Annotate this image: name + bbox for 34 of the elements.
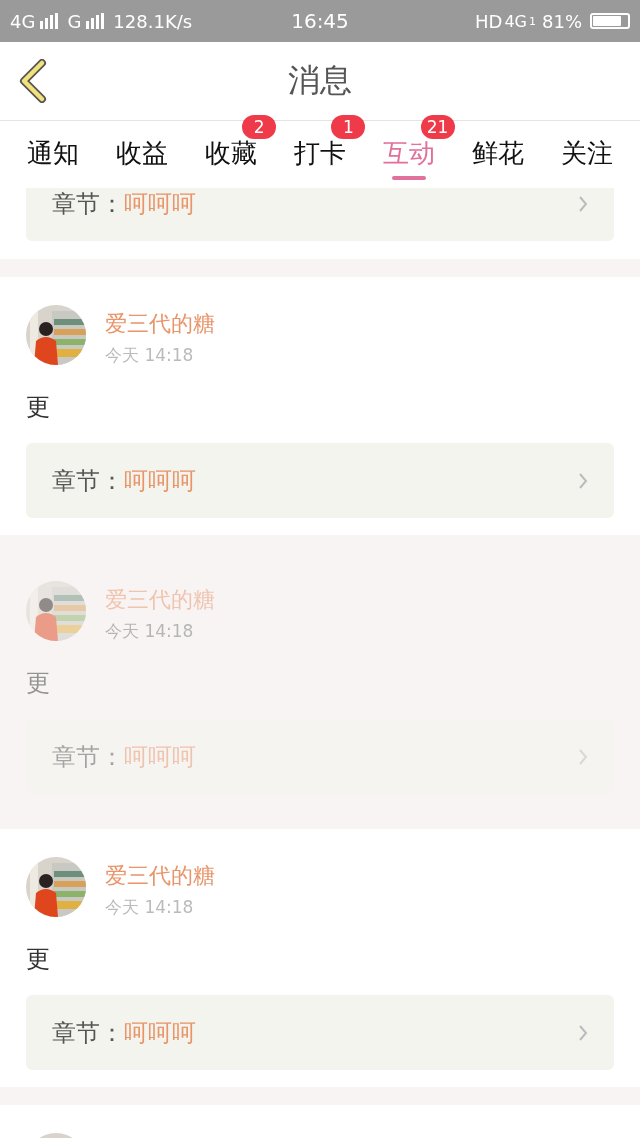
- network-label: 4G: [504, 11, 527, 31]
- chevron-icon: [578, 1023, 588, 1042]
- chapter-link[interactable]: 章节：呵呵呵: [26, 995, 614, 1070]
- count-badge: 2: [242, 115, 277, 139]
- timestamp: 今天 14:18: [105, 896, 195, 919]
- battery-percent: 81%: [542, 10, 582, 32]
- timestamp: 今天 14:18: [105, 344, 195, 367]
- hd-label: HD: [475, 10, 503, 32]
- timestamp: 今天 14:18: [105, 620, 195, 643]
- chevron-icon: [578, 471, 588, 490]
- back-icon[interactable]: [18, 59, 48, 103]
- sim-label: 1: [529, 14, 536, 28]
- network-speed: 128.1K/s: [113, 10, 193, 32]
- battery-icon: [590, 13, 630, 29]
- page-title: 消息: [288, 60, 352, 101]
- tab[interactable]: 收益: [115, 121, 168, 171]
- chapter-link[interactable]: 章节：呵呵呵: [26, 443, 614, 518]
- network-label: G: [67, 10, 82, 32]
- tab[interactable]: 关注: [561, 121, 614, 171]
- chevron-icon: [578, 747, 588, 766]
- tab[interactable]: 鲜花: [472, 121, 525, 171]
- count-badge: 1: [331, 115, 366, 139]
- signal-icon: [86, 13, 105, 29]
- chevron-icon: [578, 194, 588, 213]
- clock: 16:45: [291, 9, 349, 33]
- count-badge: 21: [420, 115, 455, 139]
- message-text: 更: [26, 668, 51, 699]
- network-label: 4G: [10, 10, 36, 32]
- tab-indicator: [392, 176, 427, 180]
- message-text: 更: [26, 944, 51, 975]
- signal-icon: [40, 13, 59, 29]
- chapter-link[interactable]: 章节：呵呵呵: [26, 188, 614, 241]
- message-text: 更: [26, 392, 51, 423]
- tab[interactable]: 通知: [26, 121, 79, 171]
